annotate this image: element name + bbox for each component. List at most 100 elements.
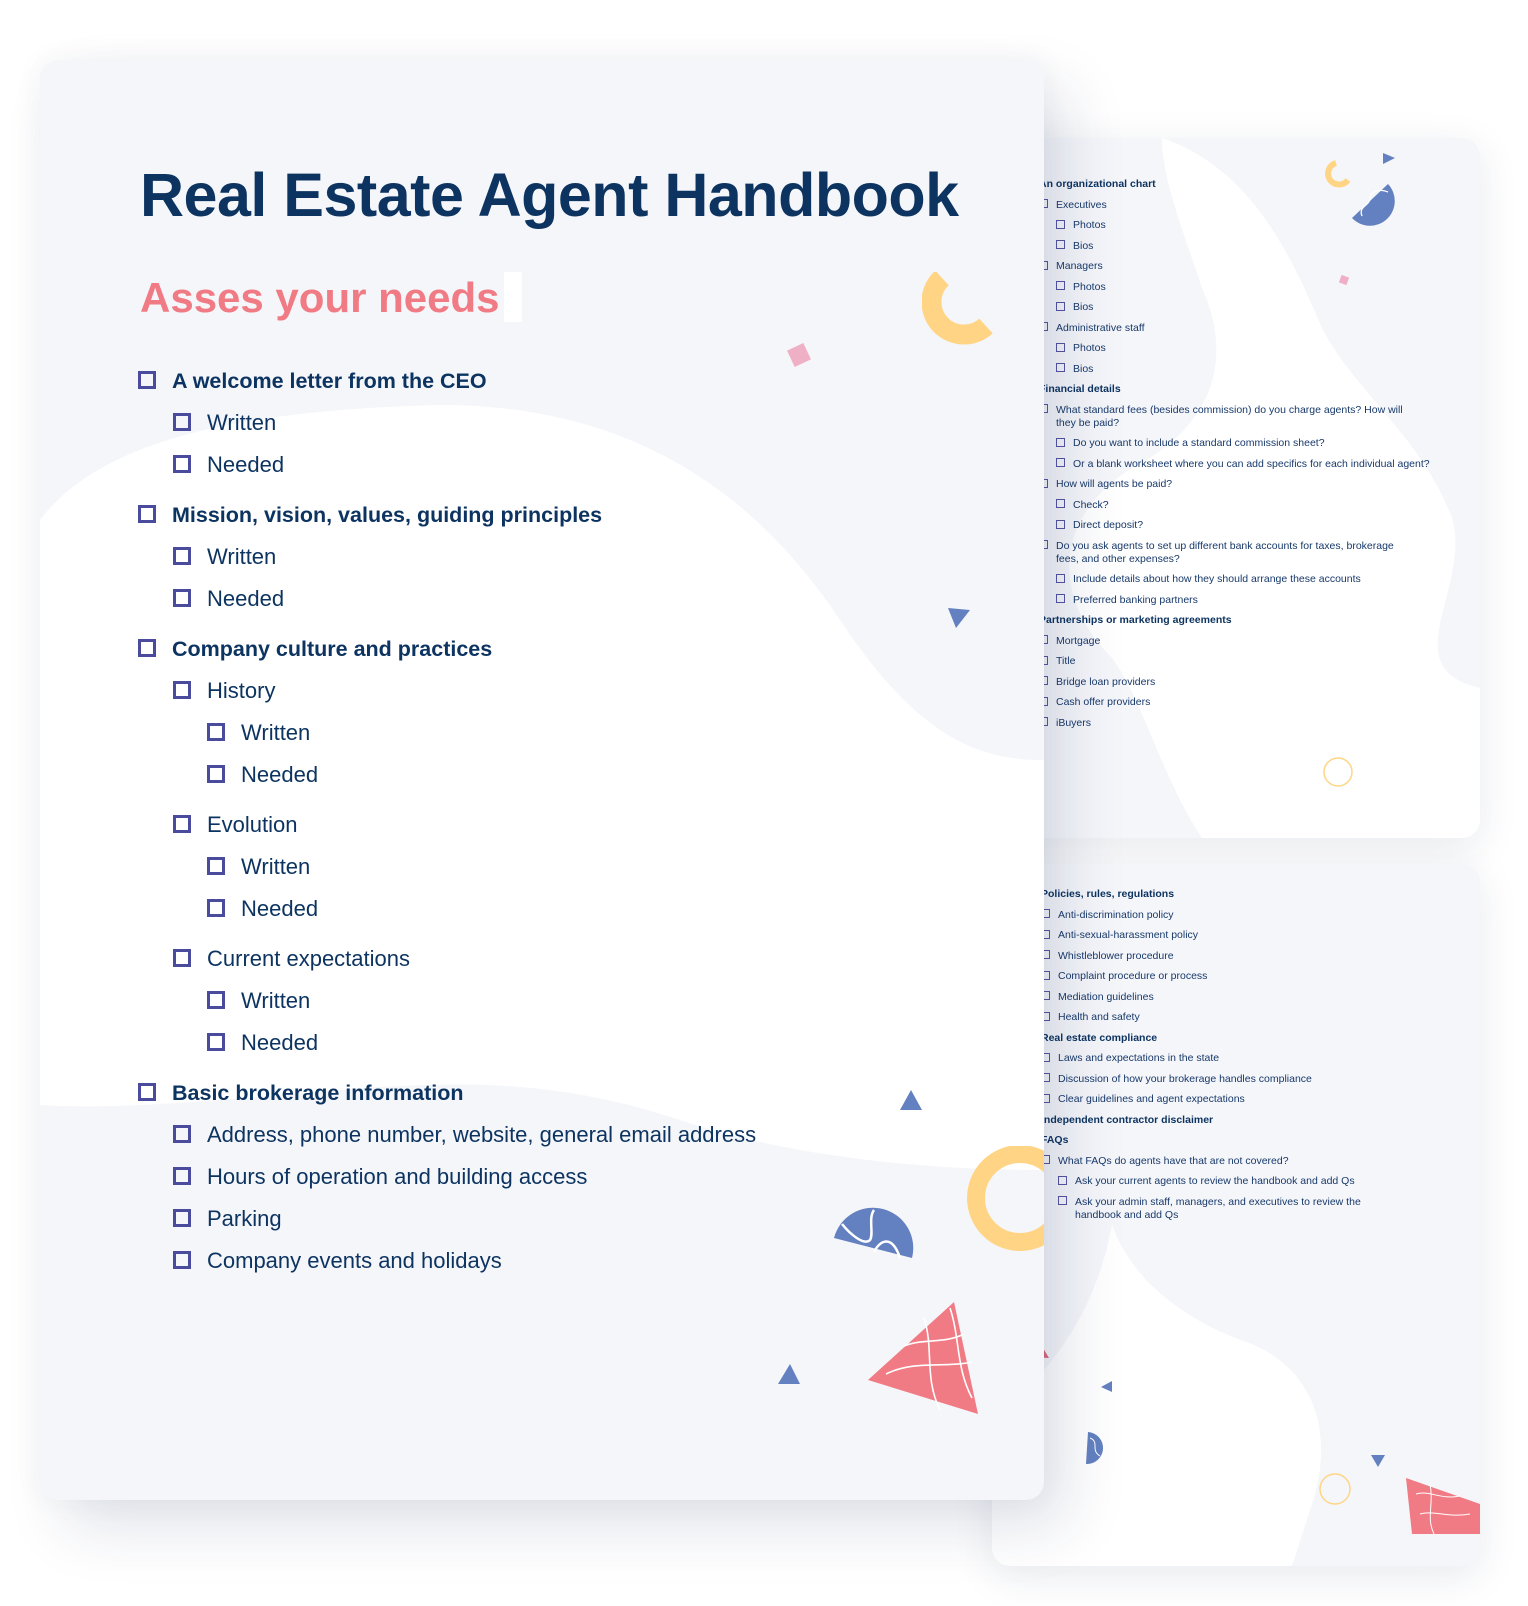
checklist-item[interactable]: Check?	[1022, 499, 1462, 512]
checkbox[interactable]	[1056, 240, 1065, 250]
checklist-section[interactable]: Basic brokerage information	[138, 1072, 1018, 1114]
checklist-item[interactable]: Bridge loan providers	[1022, 676, 1462, 689]
checkbox[interactable]	[173, 547, 191, 566]
checklist-item[interactable]: Direct deposit?	[1022, 519, 1462, 532]
checkbox[interactable]	[1058, 1175, 1067, 1185]
checklist-item[interactable]: Evolution	[138, 804, 1018, 846]
checklist-item[interactable]: How will agents be paid?	[1022, 478, 1462, 491]
checklist-item[interactable]: Photos	[1022, 219, 1462, 232]
checkbox[interactable]	[1056, 573, 1065, 583]
checklist-item[interactable]: History	[138, 670, 1018, 712]
checkbox[interactable]	[138, 505, 156, 524]
checkbox[interactable]	[1056, 301, 1065, 311]
checklist-item[interactable]: Anti-sexual-harassment policy	[1024, 929, 1464, 942]
checklist-item[interactable]: Address, phone number, website, general …	[138, 1114, 1018, 1156]
checklist-item[interactable]: Written	[138, 980, 1018, 1022]
checklist-item[interactable]: iBuyers	[1022, 717, 1462, 730]
checklist-item[interactable]: Administrative staff	[1022, 322, 1462, 335]
checkbox[interactable]	[1056, 342, 1065, 352]
checklist-item[interactable]: Managers	[1022, 260, 1462, 273]
checklist-item[interactable]: Needed	[138, 444, 1018, 486]
checkbox[interactable]	[1056, 363, 1065, 373]
checklist-item[interactable]: Written	[138, 536, 1018, 578]
checklist-item[interactable]: Ask your current agents to review the ha…	[1024, 1175, 1464, 1188]
checkbox[interactable]	[1058, 1196, 1067, 1206]
checklist-item[interactable]: What standard fees (besides commission) …	[1022, 404, 1462, 430]
checkbox[interactable]	[173, 1209, 191, 1228]
checkbox[interactable]	[138, 1083, 156, 1102]
checklist-section[interactable]: Financial details	[1022, 383, 1462, 396]
checklist-item[interactable]: Photos	[1022, 281, 1462, 294]
checklist-item[interactable]: Cash offer providers	[1022, 696, 1462, 709]
checklist-item[interactable]: Include details about how they should ar…	[1022, 573, 1462, 586]
checklist-section[interactable]: Company culture and practices	[138, 628, 1018, 670]
checklist-item[interactable]: Needed	[138, 578, 1018, 620]
checklist-section[interactable]: A welcome letter from the CEO	[138, 360, 1018, 402]
text-cursor	[503, 272, 522, 322]
checklist-item[interactable]: Needed	[138, 888, 1018, 930]
checklist-item[interactable]: Clear guidelines and agent expectations	[1024, 1093, 1464, 1106]
checkbox[interactable]	[207, 765, 225, 784]
checkbox[interactable]	[173, 455, 191, 474]
checklist-section[interactable]: Policies, rules, regulations	[1024, 888, 1464, 901]
checkbox[interactable]	[173, 413, 191, 432]
checklist-section[interactable]: Mission, vision, values, guiding princip…	[138, 494, 1018, 536]
checklist-section[interactable]: Real estate compliance	[1024, 1032, 1464, 1045]
checklist-item[interactable]: Whistleblower procedure	[1024, 950, 1464, 963]
checklist-item[interactable]: What FAQs do agents have that are not co…	[1024, 1155, 1464, 1168]
checkbox[interactable]	[207, 991, 225, 1010]
checkbox[interactable]	[207, 1033, 225, 1052]
checklist-item[interactable]: Company events and holidays	[138, 1240, 1018, 1282]
checklist-item[interactable]: Laws and expectations in the state	[1024, 1052, 1464, 1065]
checklist-section[interactable]: FAQs	[1024, 1134, 1464, 1147]
checkbox[interactable]	[207, 899, 225, 918]
checkbox[interactable]	[1056, 499, 1065, 509]
checklist-item[interactable]: Mortgage	[1022, 635, 1462, 648]
checkbox[interactable]	[1056, 594, 1065, 604]
checkbox[interactable]	[1056, 281, 1065, 291]
checklist-item[interactable]: Mediation guidelines	[1024, 991, 1464, 1004]
checklist-item[interactable]: Bios	[1022, 363, 1462, 376]
checklist-item[interactable]: Written	[138, 402, 1018, 444]
checklist-item[interactable]: Current expectations	[138, 938, 1018, 980]
checklist-item[interactable]: Do you ask agents to set up different ba…	[1022, 540, 1462, 566]
checklist-item[interactable]: Bios	[1022, 301, 1462, 314]
checkbox[interactable]	[173, 589, 191, 608]
checkbox[interactable]	[173, 1251, 191, 1270]
checkbox[interactable]	[173, 815, 191, 834]
checklist-item[interactable]: Title	[1022, 655, 1462, 668]
checkbox[interactable]	[207, 723, 225, 742]
checkbox[interactable]	[1056, 219, 1065, 229]
checkbox[interactable]	[207, 857, 225, 876]
checklist-item[interactable]: Photos	[1022, 342, 1462, 355]
checklist-item[interactable]: Preferred banking partners	[1022, 594, 1462, 607]
checklist-item[interactable]: Bios	[1022, 240, 1462, 253]
checklist-item[interactable]: Needed	[138, 754, 1018, 796]
checklist-section[interactable]: An organizational chart	[1022, 178, 1462, 191]
checkbox[interactable]	[1056, 437, 1065, 447]
checkbox[interactable]	[138, 371, 156, 390]
checkbox[interactable]	[173, 949, 191, 968]
checklist-item[interactable]: Needed	[138, 1022, 1018, 1064]
checklist-item[interactable]: Or a blank worksheet where you can add s…	[1022, 458, 1462, 471]
checklist-section[interactable]: Independent contractor disclaimer	[1024, 1114, 1464, 1127]
checklist-item[interactable]: Do you want to include a standard commis…	[1022, 437, 1462, 450]
checklist-item[interactable]: Anti-discrimination policy	[1024, 909, 1464, 922]
checklist-label: Needed	[207, 586, 285, 611]
checklist-section[interactable]: Partnerships or marketing agreements	[1022, 614, 1462, 627]
checklist-item[interactable]: Executives	[1022, 199, 1462, 212]
checklist-item[interactable]: Parking	[138, 1198, 1018, 1240]
checkbox[interactable]	[1056, 519, 1065, 529]
checklist-item[interactable]: Health and safety	[1024, 1011, 1464, 1024]
checklist-item[interactable]: Complaint procedure or process	[1024, 970, 1464, 983]
checkbox[interactable]	[173, 1167, 191, 1186]
checklist-item[interactable]: Discussion of how your brokerage handles…	[1024, 1073, 1464, 1086]
checklist-item[interactable]: Ask your admin staff, managers, and exec…	[1024, 1196, 1464, 1222]
checkbox[interactable]	[173, 681, 191, 700]
checklist-item[interactable]: Written	[138, 846, 1018, 888]
checkbox[interactable]	[138, 639, 156, 658]
checkbox[interactable]	[1056, 458, 1065, 468]
checkbox[interactable]	[173, 1125, 191, 1144]
checklist-item[interactable]: Hours of operation and building access	[138, 1156, 1018, 1198]
checklist-item[interactable]: Written	[138, 712, 1018, 754]
